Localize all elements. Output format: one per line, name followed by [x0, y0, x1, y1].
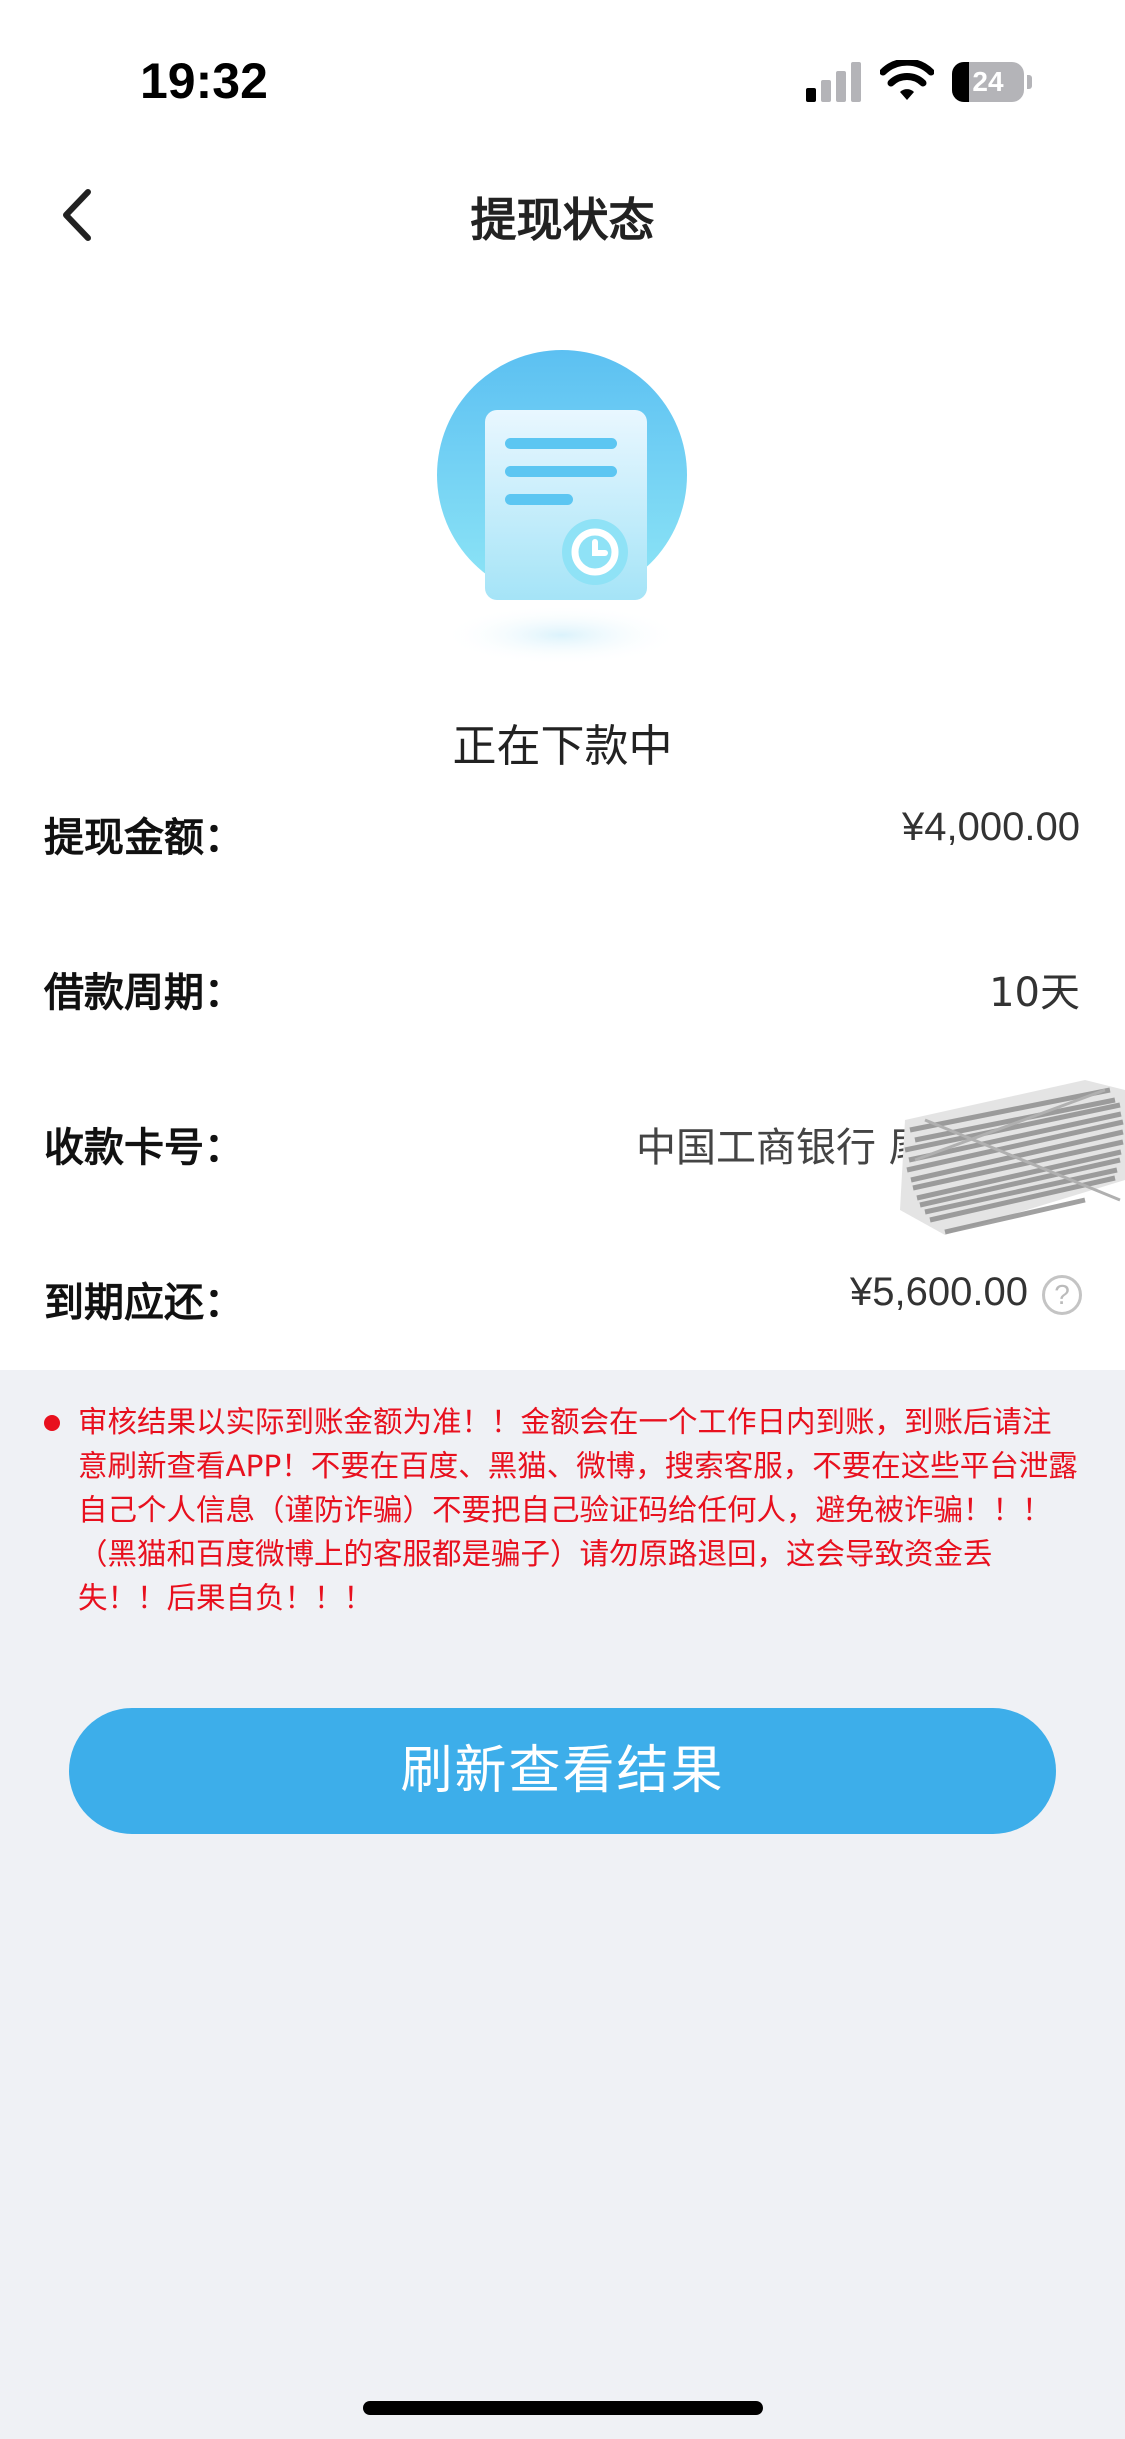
home-indicator[interactable] [363, 2401, 763, 2415]
status-text: 正在下款中 [452, 721, 673, 772]
question-circle-icon[interactable]: ? [1042, 1275, 1082, 1315]
battery-icon: 24 [952, 62, 1032, 102]
card-label: 收款卡号： [44, 1125, 244, 1171]
warning-notice: 审核结果以实际到账金额为准！！金额会在一个工作日内到账，到账后请注意刷新查看AP… [78, 1405, 1078, 1615]
wifi-icon [880, 60, 934, 100]
notice-bullet-icon [44, 1415, 60, 1431]
due-value: ¥5,600.00 [850, 1270, 1028, 1314]
page-title: 提现状态 [470, 193, 655, 247]
document-clock-icon [437, 350, 687, 665]
period-value: 10天 [989, 970, 1080, 1016]
battery-level: 24 [972, 66, 1004, 97]
status-time: 19:32 [140, 53, 268, 109]
amount-label: 提现金额： [44, 815, 244, 861]
amount-value: ¥4,000.00 [902, 805, 1080, 849]
period-label: 借款周期： [44, 970, 244, 1016]
refresh-result-button[interactable]: 刷新查看结果 [69, 1708, 1056, 1834]
redaction-scribble [900, 1080, 1125, 1235]
signal-icon [806, 62, 861, 102]
due-label: 到期应还： [44, 1280, 244, 1326]
